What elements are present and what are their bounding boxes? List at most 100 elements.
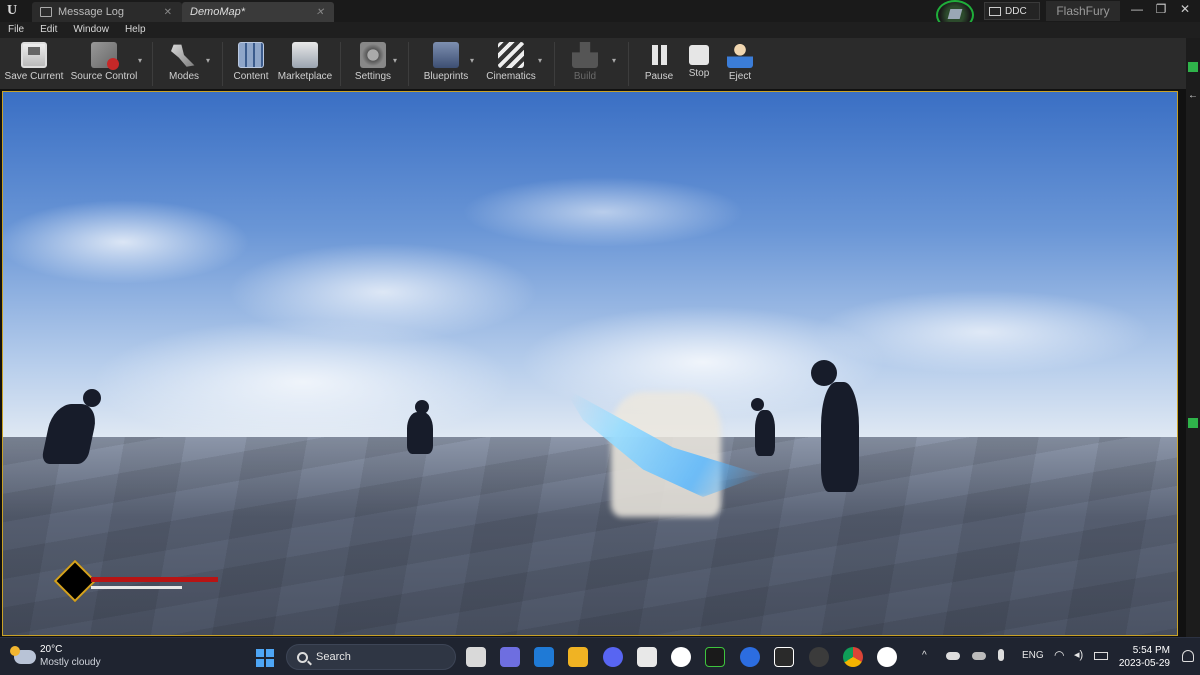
tab-label: DemoMap* [190,6,246,18]
health-bar [91,577,218,582]
menu-edit[interactable]: Edit [32,22,65,38]
blueprints-icon [433,42,459,68]
tab-label: Message Log [58,6,125,18]
right-panel-strip: ← [1186,38,1200,638]
search-placeholder: Search [316,651,351,663]
arrow-left-icon[interactable]: ← [1188,90,1198,101]
razer-icon[interactable] [705,647,725,667]
stop-label: Stop [688,68,710,79]
battery-icon[interactable] [1094,652,1108,660]
notification-bell-icon[interactable] [1182,650,1194,662]
modes-button[interactable]: Modes [160,40,208,88]
chevron-down-icon[interactable]: ▾ [206,56,210,65]
marketplace-icon [292,42,318,68]
wifi-icon[interactable]: ◠ [1054,648,1064,662]
settings-button[interactable]: Settings [350,40,396,88]
build-button[interactable]: Build [566,40,604,88]
epic-games-icon[interactable] [774,647,794,667]
eject-button[interactable]: Eject [724,40,756,88]
onedrive-icon[interactable] [946,652,960,660]
build-icon [572,42,598,68]
eject-label: Eject [728,71,752,82]
stamina-bar [91,586,183,589]
gear-icon [360,42,386,68]
chevron-down-icon[interactable]: ▾ [138,56,142,65]
content-button[interactable]: Content [228,40,274,88]
cinematics-button[interactable]: Cinematics [484,40,538,88]
save-current-button[interactable]: Save Current [4,40,64,88]
maximize-button[interactable]: ❐ [1148,0,1174,20]
level-viewport[interactable] [2,91,1178,636]
pause-button[interactable]: Pause [642,40,676,88]
taskbar-search[interactable]: Search [286,644,456,670]
unreal-logo-icon: U [6,3,18,18]
menu-help[interactable]: Help [117,22,154,38]
ground-plane [3,437,1177,635]
marketplace-button[interactable]: Marketplace [276,40,334,88]
menu-window[interactable]: Window [65,22,117,38]
status-icon [1188,418,1198,428]
settings-label: Settings [354,71,392,82]
close-icon[interactable]: ✕ [316,7,324,18]
source-control-button[interactable]: Source Control [68,40,140,88]
close-icon[interactable]: ✕ [164,7,172,18]
blueprints-button[interactable]: Blueprints [420,40,472,88]
content-browser-icon [238,42,264,68]
windows-start-button[interactable] [256,649,274,667]
chevron-down-icon[interactable]: ▾ [612,56,616,65]
folder-icon[interactable] [568,647,588,667]
file-explorer-icon[interactable] [466,647,486,667]
enemy-figure [755,410,775,456]
stop-icon [689,45,709,65]
weather-temp[interactable]: 20°C [40,644,62,655]
discord-icon[interactable] [603,647,623,667]
minimize-button[interactable]: — [1124,0,1150,20]
add-icon[interactable] [1188,62,1198,72]
cloud-icon[interactable] [972,652,986,660]
close-window-button[interactable]: ✕ [1172,0,1198,20]
tab-demomap[interactable]: DemoMap* ✕ [182,2,334,22]
microphone-icon[interactable] [998,649,1004,661]
mail-icon[interactable] [534,647,554,667]
modes-icon [171,44,195,67]
toolbar-divider [408,42,409,86]
build-label: Build [573,71,597,82]
chevron-down-icon[interactable]: ▾ [470,56,474,65]
tray-overflow-chevron[interactable]: ^ [922,650,927,661]
volume-icon[interactable]: ◂) [1074,648,1083,661]
chrome-icon[interactable] [843,647,863,667]
windows-taskbar: 20°C Mostly cloudy Search ^ ENG ◠ ◂) 5:5… [0,637,1200,675]
stop-button[interactable]: Stop [684,40,714,88]
save-icon [21,42,47,68]
blueprints-label: Blueprints [423,71,469,82]
ddc-label: DDC [1005,5,1027,17]
language-indicator[interactable]: ENG [1022,650,1044,661]
partly-cloudy-icon[interactable] [10,646,36,664]
main-toolbar: Save Current Source Control ▾ Modes ▾ Co… [0,38,1186,90]
search-icon [297,651,308,663]
menu-file[interactable]: File [0,22,32,38]
toolbar-divider [222,42,223,86]
marketplace-label: Marketplace [277,71,333,82]
teams-icon[interactable] [500,647,520,667]
message-log-icon [40,7,52,17]
obs-icon[interactable] [809,647,829,667]
unreal-engine-icon[interactable] [877,647,897,667]
cinematics-label: Cinematics [486,71,536,82]
enemy-figure [821,382,859,492]
store-icon[interactable] [637,647,657,667]
taskbar-clock[interactable]: 5:54 PM 2023-05-29 [1114,644,1170,670]
ddc-status[interactable]: DDC [984,2,1040,20]
sky [3,92,1177,437]
slack-icon[interactable] [671,647,691,667]
toolbar-divider [152,42,153,86]
weather-condition[interactable]: Mostly cloudy [40,657,101,668]
pause-label: Pause [644,71,674,82]
chevron-down-icon[interactable]: ▾ [538,56,542,65]
toolbar-divider [554,42,555,86]
chevron-down-icon[interactable]: ▾ [393,56,397,65]
media-player-icon[interactable] [740,647,760,667]
tab-message-log[interactable]: Message Log ✕ [32,2,182,22]
source-control-icon [91,42,119,70]
clapperboard-icon [498,42,524,68]
